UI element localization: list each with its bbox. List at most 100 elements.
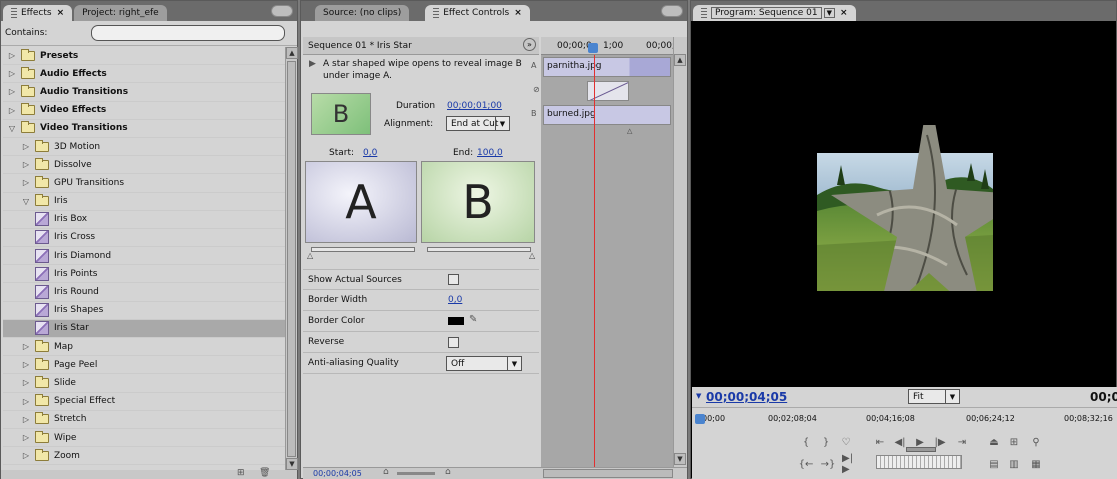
border-width-value[interactable]: 0,0 [448,295,462,305]
tab-effect-controls[interactable]: Effect Controls × [425,5,530,21]
preview-a[interactable]: A [305,161,417,243]
reverse-checkbox[interactable] [448,336,459,348]
tab-source[interactable]: Source: (no clips) [315,5,410,21]
scroll-down-icon[interactable]: ▼ [286,458,298,470]
go-to-previous-edit-icon[interactable]: {← [798,457,814,471]
triangle-collapsed-icon[interactable]: ▷ [7,105,17,115]
zoom-slider[interactable] [397,472,435,475]
collapse-icon[interactable]: » [523,38,536,51]
tree-item[interactable]: Iris Shapes [3,302,285,320]
play-in-to-out-icon[interactable]: ▶|▶ [842,453,858,475]
current-timecode[interactable]: 00;00;04;05 [706,390,787,404]
close-icon[interactable]: × [57,8,65,18]
triangle-collapsed-icon[interactable]: ▷ [21,396,31,406]
safe-margins-icon[interactable]: ▦ [1028,457,1044,471]
tree-item[interactable]: Iris Points [3,265,285,284]
footer-timecode[interactable]: 00;00;04;05 [313,469,362,478]
ec-timeline-scrollbar[interactable]: ▲ ▼ [673,37,687,467]
scroll-up-icon[interactable]: ▲ [674,54,686,66]
triangle-collapsed-icon[interactable]: ▷ [21,433,31,443]
panel-menu-button[interactable] [661,5,683,17]
tree-item[interactable]: ▷ Wipe [3,429,285,448]
tree-item[interactable]: Iris Star [3,319,285,338]
tree-item[interactable]: ▷ Page Peel [3,356,285,375]
playhead-handle-icon[interactable] [588,43,598,53]
tree-item[interactable]: ▽ Iris [3,193,285,211]
play-preview-icon[interactable]: ▶ [309,59,316,69]
tree-item[interactable]: ▷ Special Effect [3,393,285,411]
tree-item[interactable]: ▷ GPU Transitions [3,174,285,193]
start-slider[interactable] [311,247,415,252]
tab-program[interactable]: Program: Sequence 01 ▼ × [693,5,856,21]
tree-item[interactable]: ▷ Audio Effects [3,65,285,84]
program-ruler[interactable]: 00;00 00;02;08;04 00;04;16;08 00;06;24;12 00… [692,407,1117,429]
triangle-collapsed-icon[interactable]: ▷ [21,360,31,370]
clip-b[interactable]: burned.jpg [543,105,671,125]
eyedropper-icon[interactable]: ✎ [469,314,477,325]
mark-in-icon[interactable]: { [798,435,814,449]
new-bin-icon[interactable]: ⊞ [237,468,245,478]
end-slider-handle-icon[interactable]: △ [529,251,535,260]
duration-value[interactable]: 00;00;01;00 [447,101,502,111]
tree-item[interactable]: Iris Round [3,283,285,302]
close-icon[interactable]: × [840,8,848,18]
program-select-chevron-icon[interactable]: ▼ [823,8,835,18]
triangle-collapsed-icon[interactable]: ▷ [21,378,31,388]
ruler-playhead-icon[interactable] [695,414,705,424]
scroll-thumb[interactable] [287,61,296,457]
triangle-collapsed-icon[interactable]: ▷ [21,142,31,152]
tab-project[interactable]: Project: right_efe [74,5,167,21]
trim-icon[interactable]: ⚲ [1028,435,1044,449]
tree-item[interactable]: ▽ Video Transitions [3,120,285,138]
clip-a[interactable]: parnitha.jpg [543,57,671,77]
tree-item[interactable]: ▷ 3D Motion [3,138,285,157]
set-marker-icon[interactable]: ♡ [838,435,854,449]
search-input[interactable] [91,25,285,41]
triangle-expanded-icon[interactable]: ▽ [21,196,31,206]
fit-select[interactable]: Fit ▼ [908,389,960,404]
export-frame-icon[interactable]: ▥ [1006,457,1022,471]
go-to-in-icon[interactable]: ⇤ [872,435,888,449]
mark-out-icon[interactable]: } [818,435,834,449]
start-value[interactable]: 0,0 [363,148,377,158]
tree-item[interactable]: ▷ Video Effects [3,102,285,120]
start-slider-handle-icon[interactable]: △ [307,251,313,260]
tab-effects[interactable]: Effects × [3,5,73,21]
zoom-out-icon[interactable]: ⌂ [383,467,389,477]
lift-icon[interactable]: ⏏ [986,435,1002,449]
anti-aliasing-select[interactable]: Off ▼ [446,356,522,371]
triangle-expanded-icon[interactable]: ▽ [7,123,17,133]
zoom-in-icon[interactable]: ⌂ [445,467,451,477]
tree-item[interactable]: ▷ Map [3,338,285,357]
tree-item[interactable]: Iris Diamond [3,247,285,266]
triangle-collapsed-icon[interactable]: ▷ [7,69,17,79]
alignment-select[interactable]: End at Cut ▼ [446,116,510,131]
tree-item[interactable]: Iris Box [3,211,285,229]
panel-menu-button[interactable] [271,5,293,17]
end-slider[interactable] [427,247,531,252]
tree-item[interactable]: ▷ Presets [3,47,285,66]
tree-scrollbar[interactable]: ▲ ▼ [285,47,298,472]
triangle-collapsed-icon[interactable]: ▷ [21,414,31,424]
triangle-collapsed-icon[interactable]: ▷ [21,342,31,352]
extract-icon[interactable]: ⊞ [1006,435,1022,449]
go-to-next-edit-icon[interactable]: →} [820,457,836,471]
preview-b[interactable]: B [421,161,535,243]
tree-item[interactable]: ▷ Audio Transitions [3,83,285,102]
tree-item[interactable]: ▷ Zoom [3,447,285,466]
ec-hscroll[interactable] [543,469,673,478]
end-value[interactable]: 100,0 [477,148,503,158]
go-to-out-icon[interactable]: ⇥ [954,435,970,449]
triangle-collapsed-icon[interactable]: ▷ [21,451,31,461]
show-actual-sources-checkbox[interactable] [448,274,459,285]
ec-time-ruler[interactable]: 00;00;0 1;00 00;00; [541,37,675,55]
triangle-collapsed-icon[interactable]: ▷ [7,51,17,61]
shuttle-slider[interactable] [906,447,936,452]
tree-item[interactable]: ▷ Stretch [3,411,285,429]
scroll-up-icon[interactable]: ▲ [286,47,298,59]
delete-icon[interactable]: 🗑 [259,468,270,478]
close-icon[interactable]: × [514,8,522,18]
tree-item[interactable]: ▷ Slide [3,374,285,393]
scroll-down-icon[interactable]: ▼ [674,453,686,465]
tree-item[interactable]: ▷ Dissolve [3,156,285,175]
